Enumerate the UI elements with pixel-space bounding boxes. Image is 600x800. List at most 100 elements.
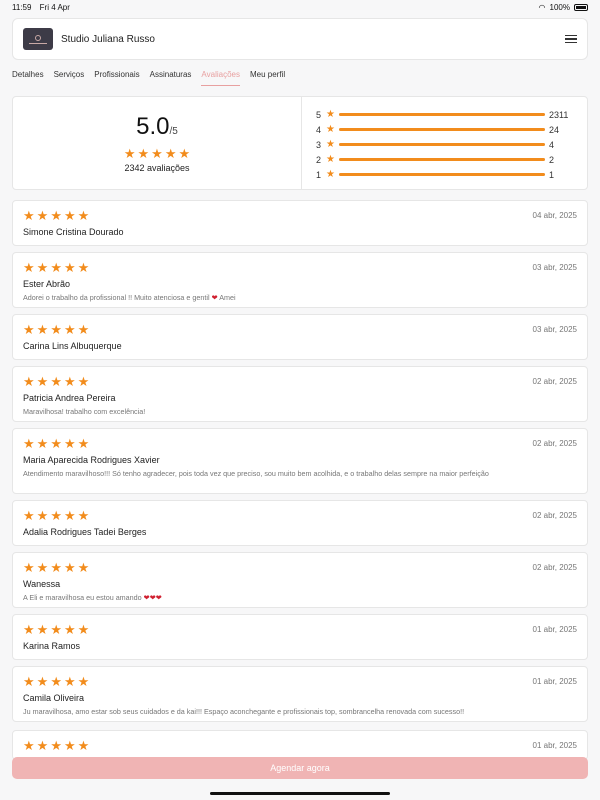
rating-overview: 5.0/5 ★ ★ ★ ★ ★ 2342 avaliações <box>13 97 302 189</box>
tab-avaliacoes[interactable]: Avaliações <box>201 70 240 86</box>
reviewer-name: Carina Lins Albuquerque <box>23 341 122 351</box>
distribution-count: 2311 <box>549 109 569 120</box>
hamburger-menu-icon[interactable] <box>565 35 577 43</box>
review-card: ★ ★ ★ ★ ★ 02 abr, 2025 Adalia Rodrigues Tadei … <box>12 500 588 546</box>
distribution-bar-fill <box>338 173 545 176</box>
wifi-icon: ◠ <box>538 2 546 12</box>
star-icon: ★ <box>63 260 76 275</box>
distribution-row: 3 ★ 4 <box>316 137 573 152</box>
star-icon: ★ <box>50 508 62 523</box>
star-icon: ★ <box>23 208 35 223</box>
tab-meu-perfil[interactable]: Meu perfil <box>250 70 285 86</box>
review-date: 02 abr, 2025 <box>532 377 577 386</box>
star-icon: ★ <box>23 436 35 451</box>
review-stars: ★ ★ ★ ★ ★ <box>23 209 577 222</box>
review-comment: Atendimento maravilhoso!!! Só tenho agra… <box>23 469 489 478</box>
studio-logo[interactable] <box>23 28 53 50</box>
review-date: 03 abr, 2025 <box>532 325 577 334</box>
star-icon: ★ <box>326 169 335 180</box>
review-stars: ★ ★ ★ ★ ★ <box>23 323 577 336</box>
status-right: ◠ 100% <box>539 3 588 12</box>
star-icon: ★ <box>36 208 49 223</box>
review-card: ★ ★ ★ ★ ★ 03 abr, 2025 Ester Abrão Adorei o tra… <box>12 252 588 308</box>
review-stars: ★ ★ ★ ★ ★ <box>23 739 577 752</box>
review-card: ★ ★ ★ ★ ★ 01 abr, 2025 <box>12 730 588 760</box>
star-icon: ★ <box>23 260 35 275</box>
star-icon: ★ <box>36 738 49 753</box>
review-date: 04 abr, 2025 <box>532 211 577 220</box>
review-card: ★ ★ ★ ★ ★ 02 abr, 2025 Maria Aparecida Rodrigu… <box>12 428 588 494</box>
star-icon: ★ <box>164 146 177 161</box>
star-icon: ★ <box>63 208 76 223</box>
review-comment: A Eli e maravilhosa eu estou amando ❤❤❤ <box>23 593 162 602</box>
distribution-bar-fill <box>338 143 545 146</box>
battery-icon <box>574 3 588 11</box>
reviewer-name: Camila Oliveira <box>23 693 85 703</box>
star-icon: ★ <box>77 508 90 523</box>
distribution-bar-fill <box>338 113 545 116</box>
star-icon: ★ <box>326 154 335 165</box>
status-bar: 11:59 Fri 4 Apr ◠ 100% <box>0 0 600 14</box>
star-icon: ★ <box>63 508 76 523</box>
review-stars: ★ ★ ★ ★ ★ <box>23 437 577 450</box>
score-value: 5.0 <box>136 113 170 140</box>
review-stars: ★ ★ ★ ★ ★ <box>23 375 577 388</box>
book-now-button[interactable]: Agendar agora <box>12 757 588 779</box>
distribution-bar <box>338 113 545 116</box>
distribution-bar <box>338 143 545 146</box>
star-icon: ★ <box>63 738 76 753</box>
star-icon: ★ <box>36 374 49 389</box>
review-date: 02 abr, 2025 <box>532 511 577 520</box>
star-icon: ★ <box>50 260 62 275</box>
star-icon: ★ <box>36 322 49 337</box>
distribution-row: 4 ★ 24 <box>316 122 573 137</box>
tab-servicos[interactable]: Serviços <box>54 70 85 86</box>
distribution-count: 24 <box>549 124 560 135</box>
star-icon: ★ <box>77 436 90 451</box>
star-icon: ★ <box>326 139 335 150</box>
status-left: 11:59 Fri 4 Apr <box>12 3 76 12</box>
distribution-row: 1 ★ 1 <box>316 167 573 182</box>
star-icon: ★ <box>63 560 76 575</box>
distribution-stars: 2 <box>316 154 322 165</box>
review-stars: ★ ★ ★ ★ ★ <box>23 509 577 522</box>
reviewer-name: Maria Aparecida Rodrigues Xavier <box>23 455 160 465</box>
total-reviews: 2342 avaliações <box>124 163 190 173</box>
review-comment: Adorei o trabalho da profissional !! Mui… <box>23 293 236 302</box>
heart-emoji-icon: ❤ <box>211 293 218 302</box>
star-icon: ★ <box>63 436 76 451</box>
review-date: 01 abr, 2025 <box>532 677 577 686</box>
distribution-count: 1 <box>549 169 555 180</box>
star-icon: ★ <box>63 674 76 689</box>
star-icon: ★ <box>36 560 49 575</box>
review-date: 02 abr, 2025 <box>532 439 577 448</box>
tab-detalhes[interactable]: Detalhes <box>12 70 44 86</box>
star-icon: ★ <box>36 674 49 689</box>
distribution-stars: 5 <box>316 109 322 120</box>
reviewer-name: Simone Cristina Dourado <box>23 227 124 237</box>
review-card: ★ ★ ★ ★ ★ 01 abr, 2025 Camila Oliveira Ju marav… <box>12 666 588 722</box>
review-card: ★ ★ ★ ★ ★ 04 abr, 2025 Simone Cristina Dourado <box>12 200 588 246</box>
star-icon: ★ <box>326 124 335 135</box>
review-date: 01 abr, 2025 <box>532 741 577 750</box>
star-icon: ★ <box>77 560 90 575</box>
distribution-bar-fill <box>338 128 545 131</box>
distribution-row: 5 ★ 2311 <box>316 107 573 122</box>
star-icon: ★ <box>77 622 90 637</box>
tab-assinaturas[interactable]: Assinaturas <box>150 70 192 86</box>
battery-percent: 100% <box>549 2 570 12</box>
distribution-stars: 3 <box>316 139 322 150</box>
rating-summary-card: 5.0/5 ★ ★ ★ ★ ★ 2342 avaliações 5 ★ 2311 4 ★… <box>12 96 588 190</box>
star-icon: ★ <box>36 508 49 523</box>
distribution-bar-fill <box>338 158 545 161</box>
tab-profissionais[interactable]: Profissionais <box>94 70 139 86</box>
header-card: Studio Juliana Russo <box>12 18 588 60</box>
studio-name: Studio Juliana Russo <box>61 33 155 45</box>
star-icon: ★ <box>50 674 62 689</box>
star-icon: ★ <box>23 622 35 637</box>
star-icon: ★ <box>77 738 90 753</box>
heart-emoji-icon: ❤ <box>155 593 162 602</box>
distribution-count: 2 <box>549 154 555 165</box>
average-stars: ★ ★ ★ ★ ★ <box>124 147 190 160</box>
reviewer-name: Karina Ramos <box>23 641 81 651</box>
